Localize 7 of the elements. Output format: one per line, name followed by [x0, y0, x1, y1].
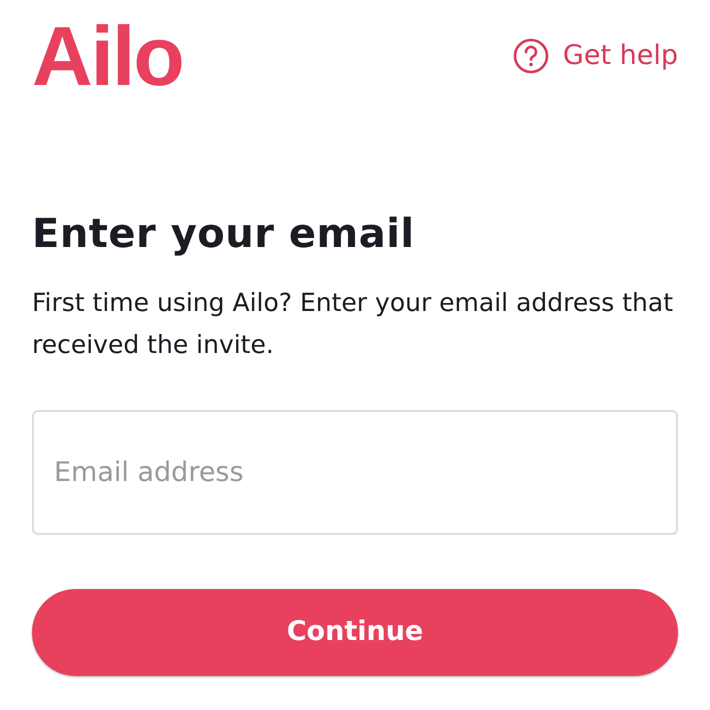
- help-icon: [512, 38, 549, 74]
- email-field[interactable]: Email address: [32, 410, 678, 535]
- get-help-link[interactable]: Get help: [512, 36, 678, 76]
- continue-button[interactable]: Continue: [32, 589, 678, 676]
- logo: Ailo: [32, 14, 183, 98]
- description-text: First time using Ailo? Enter your email address that received the invite.: [32, 287, 674, 361]
- page-title: Enter your email: [32, 210, 416, 258]
